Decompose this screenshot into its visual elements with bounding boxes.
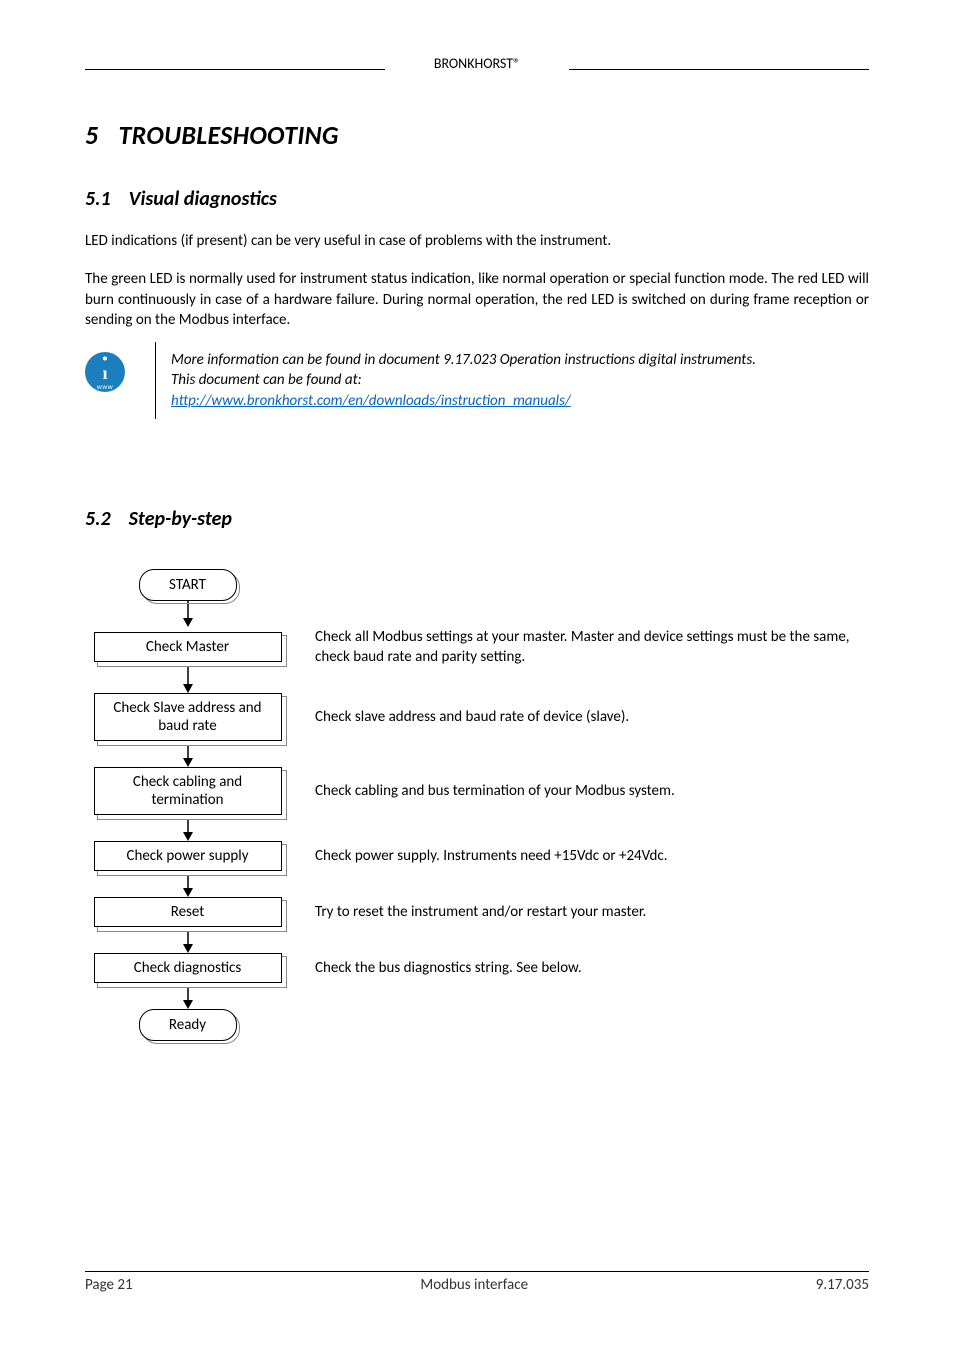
info-separator: [155, 342, 156, 419]
flow-step-4-desc: Check power supply. Instruments need +15…: [290, 846, 869, 866]
flow-ready-label: Ready: [139, 1009, 237, 1041]
section-5-1-heading: 5.1 Visual diagnostics: [85, 187, 869, 211]
flow-step-check-master: Check Master: [94, 632, 282, 662]
flow-step-6-label: Check diagnostics: [94, 953, 282, 983]
flow-step-5-label: Reset: [94, 897, 282, 927]
section-5-1-paragraph-1: LED indications (if present) can be very…: [85, 231, 869, 251]
footer-code: 9.17.035: [816, 1276, 869, 1294]
flow-step-reset: Reset: [94, 897, 282, 927]
info-line-1: More information can be found in documen…: [171, 350, 756, 370]
flow-arrow: [181, 667, 195, 693]
flow-step-3-label: Check cabling and termination: [94, 767, 282, 815]
info-link[interactable]: http://www.bronkhorst.com/en/downloads/i…: [171, 392, 571, 410]
info-callout: ● ı www More information can be found in…: [85, 342, 869, 419]
header-rule-right: [569, 69, 869, 70]
page-footer: Page 21 Modbus interface 9.17.035: [85, 1271, 869, 1294]
footer-center: Modbus interface: [420, 1276, 528, 1294]
chapter-heading: 5 TROUBLESHOOTING: [85, 119, 869, 151]
flow-terminator-start: START: [139, 569, 237, 601]
flow-step-5-desc: Try to reset the instrument and/or resta…: [290, 902, 869, 922]
section-5-2-title: Step-by-step: [129, 507, 232, 531]
flowchart: START Check Master Check all Modbus sett…: [85, 569, 869, 1042]
flow-terminator-ready: Ready: [139, 1009, 237, 1041]
section-5-1-paragraph-2: The green LED is normally used for instr…: [85, 269, 869, 330]
header-rule-left: [85, 69, 385, 70]
section-5-1-number: 5.1: [85, 187, 111, 211]
flow-step-1-label: Check Master: [94, 632, 282, 662]
section-5-2-number: 5.2: [85, 507, 111, 531]
flow-step-2-desc: Check slave address and baud rate of dev…: [290, 707, 869, 727]
flow-step-check-power: Check power supply: [94, 841, 282, 871]
flow-step-3-desc: Check cabling and bus termination of you…: [290, 781, 869, 801]
info-www-icon: ● ı www: [85, 352, 125, 392]
flow-step-check-diagnostics: Check diagnostics: [94, 953, 282, 983]
flow-step-check-slave: Check Slave address and baud rate: [94, 693, 282, 741]
page-header: BRONKHORST®: [85, 55, 869, 77]
flow-step-check-cabling: Check cabling and termination: [94, 767, 282, 815]
footer-page: Page 21: [85, 1276, 133, 1294]
flow-step-1-desc: Check all Modbus settings at your master…: [290, 627, 869, 668]
flow-step-6-desc: Check the bus diagnostics string. See be…: [290, 958, 869, 978]
section-5-1-title: Visual diagnostics: [129, 187, 277, 211]
section-5-2-heading: 5.2 Step-by-step: [85, 507, 869, 531]
flow-step-2-label: Check Slave address and baud rate: [94, 693, 282, 741]
flow-step-4-label: Check power supply: [94, 841, 282, 871]
info-icon-label: www: [97, 383, 114, 390]
header-brand: BRONKHORST®: [434, 55, 520, 72]
info-line-2: This document can be found at:: [171, 370, 756, 390]
chapter-number: 5: [85, 119, 98, 151]
flow-start-label: START: [139, 569, 237, 601]
chapter-title: TROUBLESHOOTING: [118, 119, 338, 151]
flow-arrow: [181, 601, 195, 627]
